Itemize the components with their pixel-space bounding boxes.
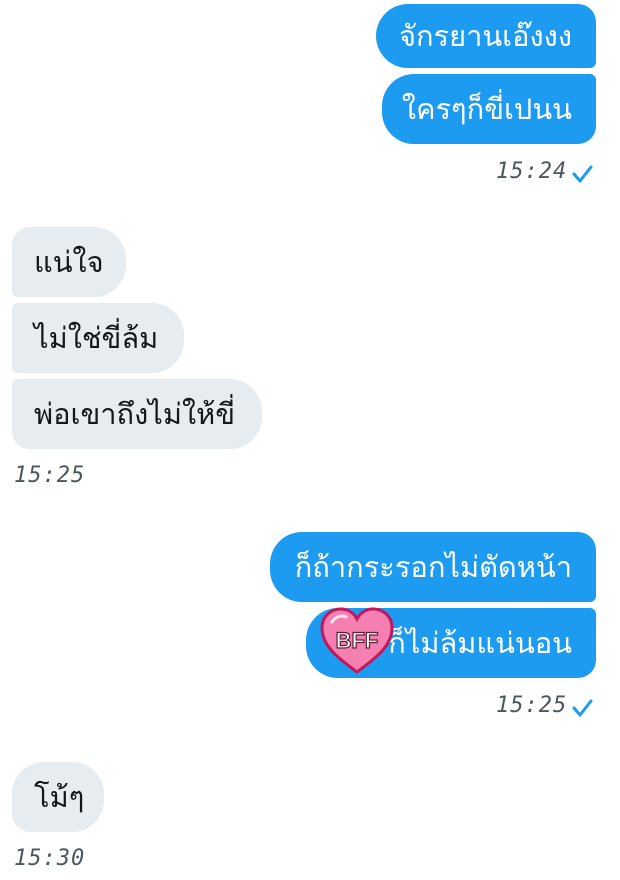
message-text: แน่ใจ bbox=[34, 244, 104, 279]
incoming-message-bubble[interactable]: โม้ๆ bbox=[12, 762, 104, 832]
outgoing-message-bubble[interactable]: ก็ถ้ากระรอกไม่ตัดหน้า bbox=[270, 532, 596, 602]
message-text: พ่อเขาถึงไม่ให้ขี่ bbox=[34, 396, 236, 431]
message-text: ก็ไม่ล้มแน่นอน bbox=[388, 625, 572, 660]
outgoing-message-bubble[interactable]: จักรยานเอ๊งงง bbox=[376, 4, 596, 68]
message-timestamp: 15:30 bbox=[14, 846, 86, 871]
message-text: ไม่ใช่ขี่ล้ม bbox=[34, 320, 159, 355]
check-icon bbox=[572, 165, 593, 183]
outgoing-message-bubble[interactable]: ใครๆก็ขี่เปนน bbox=[382, 74, 596, 144]
incoming-message-bubble[interactable]: พ่อเขาถึงไม่ให้ขี่ bbox=[12, 379, 262, 449]
incoming-message-bubble[interactable]: แน่ใจ bbox=[12, 227, 126, 297]
message-timestamp: 15:25 bbox=[14, 463, 86, 488]
message-text: ใครๆก็ขี่เปนน bbox=[401, 91, 572, 126]
message-timestamp: 15:24 bbox=[496, 159, 568, 184]
message-text: จักรยานเอ๊งงง bbox=[398, 18, 572, 53]
message-text: โม้ๆ bbox=[34, 779, 85, 814]
message-text: ก็ถ้ากระรอกไม่ตัดหน้า bbox=[294, 549, 572, 584]
check-icon bbox=[572, 699, 593, 717]
message-timestamp: 15:25 bbox=[496, 693, 568, 718]
sticker-label: BFF bbox=[336, 628, 379, 653]
incoming-message-bubble[interactable]: ไม่ใช่ขี่ล้ม bbox=[12, 303, 184, 373]
bff-heart-sticker-icon: BFF bbox=[320, 607, 394, 674]
